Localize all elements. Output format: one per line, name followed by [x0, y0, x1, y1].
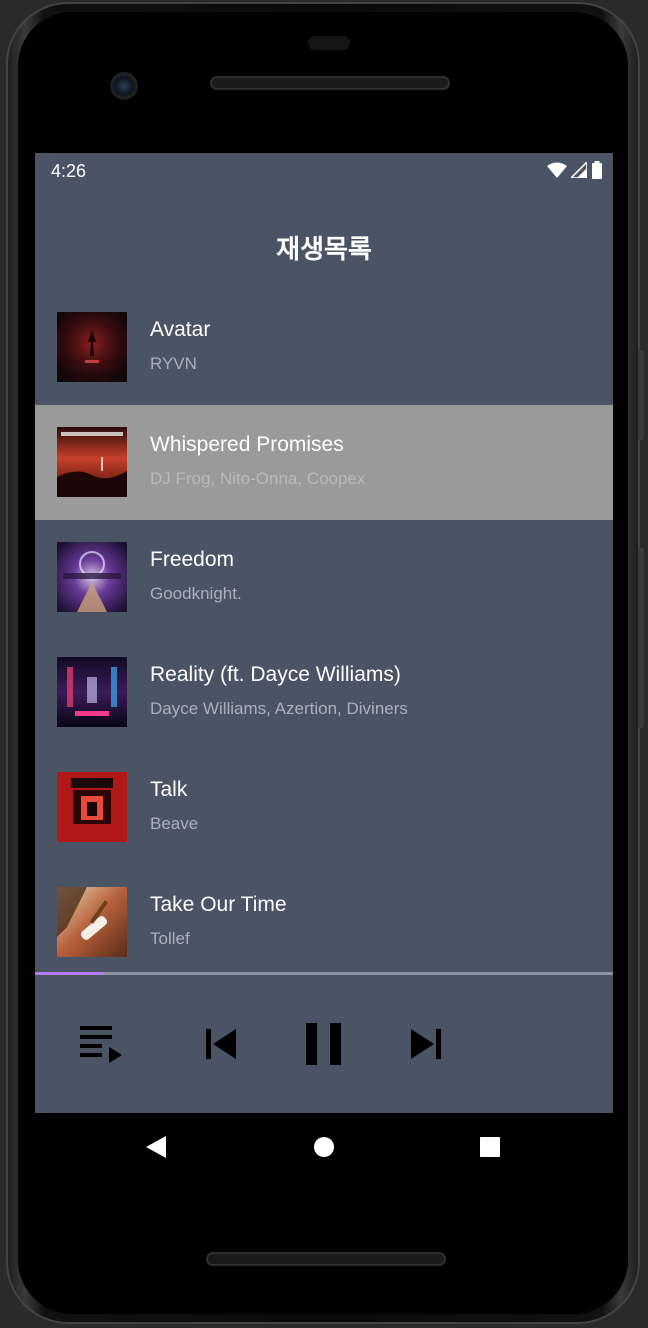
- song-title: Avatar: [150, 318, 211, 341]
- song-artist: RYVN: [150, 354, 197, 373]
- album-cover: [57, 427, 127, 497]
- pause-icon[interactable]: [305, 1022, 343, 1066]
- playlist-item[interactable]: Take Our Time Tollef: [35, 865, 613, 980]
- bottom-speaker: [206, 1252, 446, 1266]
- song-title: Freedom: [150, 548, 235, 571]
- song-title: Take Our Time: [150, 893, 287, 916]
- song-artist: Beave: [150, 814, 199, 833]
- song-title: Whispered Promises: [150, 433, 344, 456]
- song-artist: Tollef: [150, 929, 190, 948]
- song-artist: Goodknight.: [150, 584, 242, 603]
- previous-icon[interactable]: [204, 1027, 238, 1061]
- player-controls: [35, 975, 613, 1113]
- album-cover: [57, 542, 127, 612]
- volume-button: [638, 350, 644, 440]
- song-artist: Dayce Williams, Azertion, Diviners: [150, 699, 408, 718]
- earpiece-speaker: [210, 76, 450, 90]
- playlist-item[interactable]: Freedom Goodknight.: [35, 520, 613, 635]
- home-icon[interactable]: [313, 1136, 335, 1158]
- playlist-icon[interactable]: [79, 1023, 123, 1067]
- song-artist: DJ Frog, Nito-Onna, Coopex: [150, 469, 366, 488]
- system-navigation-bar: [35, 1113, 613, 1181]
- playlist-item[interactable]: Reality (ft. Dayce Williams) Dayce Willi…: [35, 635, 613, 750]
- album-cover: [57, 887, 127, 957]
- front-camera: [110, 72, 138, 100]
- power-button: [638, 548, 644, 728]
- proximity-sensor: [308, 36, 350, 50]
- status-bar: 4:26: [35, 153, 613, 187]
- signal-icon: [571, 162, 587, 178]
- playlist: Avatar RYVN Whispered Promises DJ Frog, …: [35, 290, 613, 980]
- album-cover: [57, 772, 127, 842]
- recents-icon[interactable]: [479, 1136, 501, 1158]
- playlist-item[interactable]: Talk Beave: [35, 750, 613, 865]
- playlist-item-selected[interactable]: Whispered Promises DJ Frog, Nito-Onna, C…: [35, 405, 613, 520]
- status-icons: [547, 161, 603, 179]
- album-cover: [57, 657, 127, 727]
- song-title: Talk: [150, 778, 188, 801]
- battery-icon: [592, 161, 602, 179]
- next-icon[interactable]: [409, 1027, 443, 1061]
- status-time: 4:26: [51, 161, 87, 181]
- playlist-item[interactable]: Avatar RYVN: [35, 290, 613, 405]
- app-screen: 4:26 재생목록 Avatar RYVN Whispered Promises…: [35, 153, 613, 1113]
- album-cover: [57, 312, 127, 382]
- song-title: Reality (ft. Dayce Williams): [150, 663, 401, 686]
- page-title: 재생목록: [276, 234, 372, 264]
- wifi-icon: [547, 162, 567, 178]
- back-icon[interactable]: [144, 1135, 168, 1159]
